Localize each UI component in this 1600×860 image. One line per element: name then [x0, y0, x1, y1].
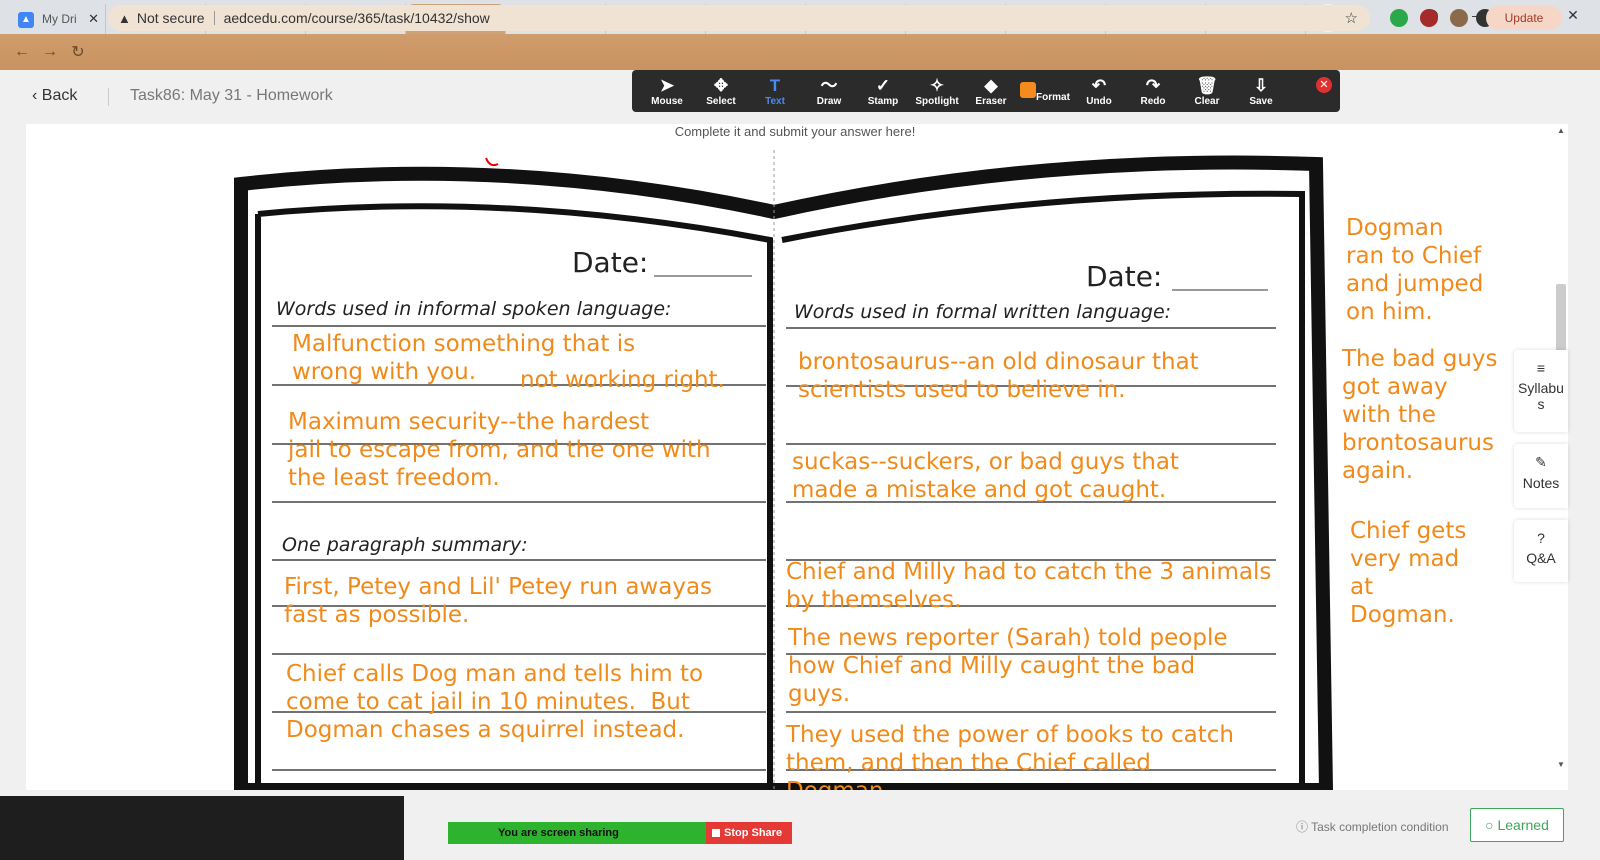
- video-thumbnail: [0, 796, 404, 860]
- task-completion-condition[interactable]: ⓘ Task completion condition: [1296, 818, 1449, 835]
- tool-format[interactable]: Format: [1018, 80, 1072, 103]
- eraser-icon: ◆: [984, 75, 998, 95]
- pencil-icon: ✎: [1535, 454, 1547, 470]
- save-icon: ⇩: [1253, 75, 1269, 95]
- tool-label: Redo: [1140, 95, 1166, 107]
- tool-mouse[interactable]: ➤ Mouse: [640, 76, 694, 107]
- draw-icon: 〜: [820, 75, 838, 95]
- screen-sharing-indicator[interactable]: You are screen sharing: [448, 822, 706, 844]
- answer-text[interactable]: not working right.: [520, 366, 725, 394]
- cursor-icon: ➤: [659, 75, 675, 95]
- format-icon: [1020, 81, 1037, 98]
- side-tab-label: Q&A: [1526, 550, 1556, 566]
- stop-share-button[interactable]: Stop Share: [706, 822, 792, 844]
- answer-text[interactable]: brontosaurus--an old dinosaur that scien…: [798, 348, 1199, 404]
- side-tab-label: Notes: [1522, 475, 1560, 491]
- scroll-down-icon[interactable]: ▼: [1557, 760, 1565, 769]
- condition-label: Task completion condition: [1311, 820, 1449, 834]
- back-label: Back: [41, 87, 78, 104]
- tool-redo[interactable]: ↷ Redo: [1126, 76, 1180, 107]
- content-panel: Complete it and submit your answer here!…: [26, 124, 1564, 790]
- tool-select[interactable]: ✥ Select: [694, 76, 748, 107]
- text-icon: T: [769, 75, 781, 95]
- address-bar-row: ← → ↻: [0, 34, 1600, 70]
- extension-icon[interactable]: [1390, 9, 1408, 27]
- side-tab-notes[interactable]: ✎ Notes: [1514, 444, 1568, 508]
- tool-label: Clear: [1194, 95, 1220, 107]
- puzzle-icon[interactable]: [1450, 9, 1468, 27]
- learned-button[interactable]: ○ Learned: [1470, 808, 1564, 842]
- security-label: Not secure: [136, 10, 205, 26]
- tool-label: Format: [1036, 91, 1070, 103]
- tool-clear[interactable]: 🗑 Clear: [1180, 76, 1234, 107]
- side-tab-syllabus[interactable]: ≡ Syllabus: [1514, 350, 1568, 432]
- ublock-icon[interactable]: [1420, 9, 1438, 27]
- url-bar[interactable]: ▲ Not secure aedcedu.com/course/365/task…: [108, 5, 1370, 31]
- scroll-up-icon[interactable]: ▲: [1557, 126, 1565, 135]
- tool-label: Undo: [1086, 95, 1112, 107]
- answer-text[interactable]: First, Petey and Lil' Petey run awayas f…: [284, 573, 712, 629]
- tool-text[interactable]: T Text: [748, 76, 802, 107]
- forward-arrow-icon[interactable]: →: [36, 43, 64, 61]
- task-title: Task86: May 31 - Homework: [130, 87, 333, 104]
- tool-label: Text: [765, 95, 785, 107]
- question-icon: ?: [1537, 530, 1545, 546]
- wand-icon: ✧: [929, 75, 945, 95]
- bookmark-star-icon[interactable]: ☆: [1345, 9, 1358, 27]
- answer-text[interactable]: Dogman ran to Chief and jumped on him.: [1346, 214, 1483, 326]
- back-link[interactable]: ‹ Back: [32, 87, 77, 105]
- undo-icon: ↶: [1091, 75, 1107, 95]
- tool-label: Stamp: [867, 95, 899, 107]
- warning-icon: ▲: [118, 10, 131, 26]
- tool-label: Save: [1249, 95, 1273, 107]
- list-icon: ≡: [1536, 360, 1546, 376]
- favicon-icon: ▲: [18, 12, 34, 28]
- close-annotation-icon[interactable]: ✕: [1316, 77, 1332, 93]
- answer-text[interactable]: Chief calls Dog man and tells him to com…: [286, 660, 703, 744]
- answer-text[interactable]: Chief gets very mad at Dogman.: [1350, 517, 1466, 629]
- right-date-label: Date:: [1086, 260, 1163, 293]
- header-divider: [108, 88, 109, 106]
- side-tab-qa[interactable]: ? Q&A: [1514, 520, 1568, 582]
- left-heading: Words used in informal spoken language:: [276, 298, 672, 320]
- tool-draw[interactable]: 〜 Draw: [802, 76, 856, 107]
- redo-icon: ↷: [1145, 75, 1161, 95]
- tool-stamp[interactable]: ✓ Stamp: [856, 76, 910, 107]
- side-tab-label: Syllabus: [1518, 380, 1564, 412]
- answer-text[interactable]: Maximum security--the hardest jail to es…: [288, 408, 711, 492]
- tool-label: Select: [706, 95, 736, 107]
- right-heading: Words used in formal written language:: [794, 301, 1172, 323]
- answer-text[interactable]: They used the power of books to catch th…: [786, 721, 1234, 790]
- tool-eraser[interactable]: ◆ Eraser: [964, 76, 1018, 107]
- tool-label: Eraser: [975, 95, 1007, 107]
- url-separator: [213, 11, 215, 25]
- answer-text[interactable]: Chief and Milly had to catch the 3 anima…: [786, 558, 1271, 614]
- answer-text[interactable]: The news reporter (Sarah) told people ho…: [788, 624, 1228, 708]
- url-text: aedcedu.com/course/365/task/10432/show: [223, 10, 490, 26]
- back-arrow-icon[interactable]: ←: [8, 43, 36, 61]
- trash-icon: 🗑: [1196, 75, 1218, 95]
- learned-label: Learned: [1497, 817, 1549, 833]
- tool-label: Mouse: [651, 95, 683, 107]
- tool-undo[interactable]: ↶ Undo: [1072, 76, 1126, 107]
- left-date-label: Date:: [572, 246, 649, 279]
- tab-label: My Dri: [42, 12, 77, 26]
- move-icon: ✥: [713, 75, 729, 95]
- update-button[interactable]: Update: [1486, 6, 1562, 30]
- check-icon: ✓: [875, 75, 891, 95]
- tool-save[interactable]: ⇩ Save: [1234, 76, 1288, 107]
- answer-text[interactable]: suckas--suckers, or bad guys that made a…: [792, 448, 1179, 504]
- annotation-toolbar: ➤ Mouse ✥ Select T Text 〜 Draw ✓ Stamp ✧ Spotlight ◆…: [632, 70, 1340, 112]
- reload-icon[interactable]: ↻: [64, 42, 92, 62]
- tool-spotlight[interactable]: ✧ Spotlight: [910, 76, 964, 107]
- browser-tab[interactable]: ▲ My Dri ✕: [6, 4, 106, 34]
- close-tab-icon[interactable]: ✕: [88, 11, 99, 27]
- tool-label: Draw: [816, 95, 842, 107]
- tool-label: Spotlight: [915, 95, 959, 107]
- answer-text[interactable]: The bad guys got away with the brontosau…: [1342, 345, 1497, 485]
- summary-heading: One paragraph summary:: [282, 534, 528, 556]
